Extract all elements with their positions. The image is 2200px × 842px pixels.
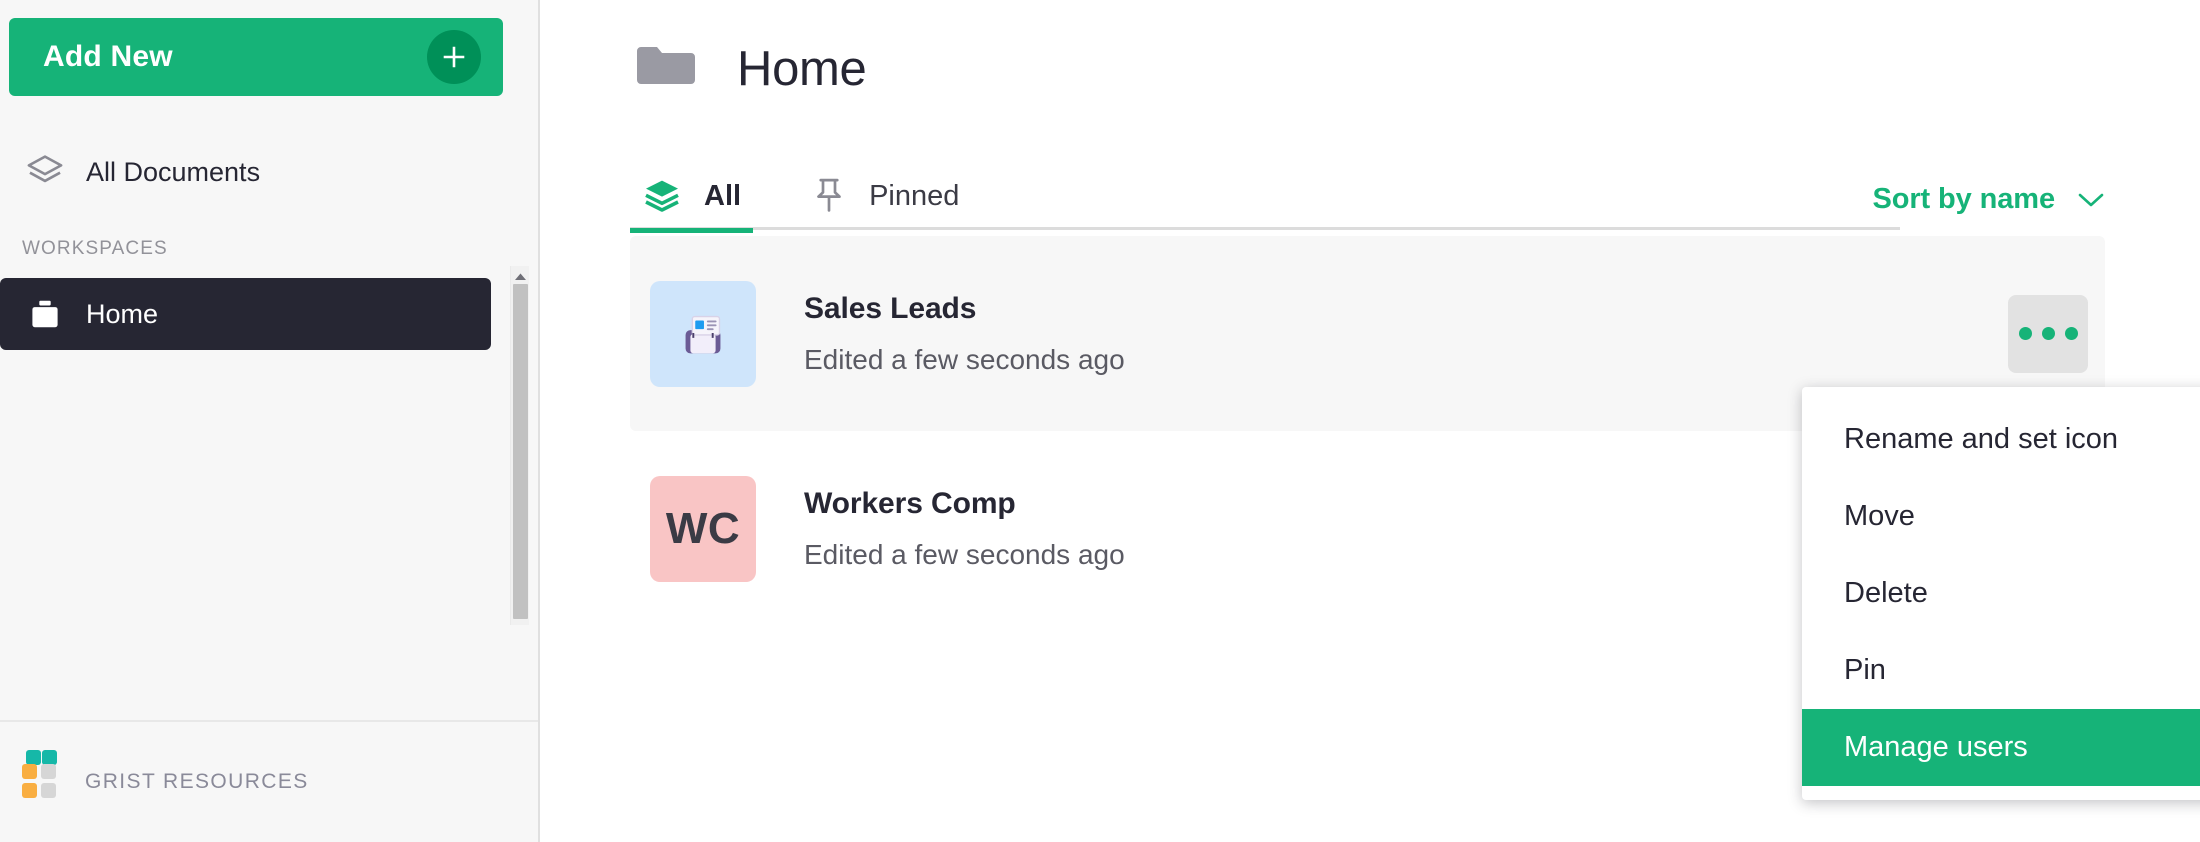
add-new-label: Add New [43, 40, 173, 73]
menu-item-label: Move [1844, 500, 1915, 532]
menu-item-label: Rename and set icon [1844, 423, 2119, 455]
menu-item-rename-and-set-icon[interactable]: Rename and set icon [1802, 401, 2200, 478]
document-icon: WC [650, 475, 756, 582]
tab-label: Pinned [869, 179, 960, 212]
sidebar-item-all-documents[interactable]: All Documents [0, 136, 491, 208]
grist-resources-link[interactable]: Grist Resources [22, 750, 309, 800]
menu-item-label: Delete [1844, 577, 1928, 609]
document-text: Workers Comp Edited a few seconds ago [804, 487, 1125, 571]
caret-up-icon[interactable] [511, 269, 530, 283]
document-text: Sales Leads Edited a few seconds ago [804, 292, 1125, 376]
menu-item-delete[interactable]: Delete [1802, 555, 2200, 632]
menu-item-pin[interactable]: Pin [1802, 632, 2200, 709]
sidebar-scroll-area: All Documents Workspaces Home [0, 96, 538, 720]
grist-resources-label: Grist Resources [85, 770, 309, 793]
menu-item-label: Manage users [1844, 731, 2028, 763]
tab-pinned[interactable]: Pinned [799, 162, 971, 230]
workspaces-heading: Workspaces [22, 238, 168, 259]
sidebar: Add New All Documents Workspaces [0, 0, 540, 842]
document-name: Sales Leads [804, 291, 977, 325]
folder-icon [635, 41, 697, 98]
grist-logo-icon [22, 750, 58, 800]
sidebar-item-home[interactable]: Home [0, 278, 491, 350]
sort-label: Sort by name [1872, 183, 2055, 215]
main-content: Home All Pinned Sort by name Sales Leads… [540, 0, 2200, 842]
sidebar-footer: Grist Resources [0, 720, 538, 842]
app-root: Add New All Documents Workspaces [0, 0, 2200, 842]
pin-icon [811, 176, 847, 216]
sidebar-item-label: Home [86, 298, 159, 329]
document-meta: Edited a few seconds ago [804, 343, 1125, 375]
sidebar-scrollbar-thumb[interactable] [513, 284, 528, 619]
document-meta: Edited a few seconds ago [804, 538, 1125, 570]
ellipsis-icon[interactable] [2008, 294, 2088, 373]
context-menu: Rename and set icon Move Delete Pin Mana… [1802, 387, 2200, 800]
tab-all[interactable]: All [630, 162, 754, 233]
chevron-down-icon [2077, 191, 2105, 209]
add-new-button[interactable]: Add New [9, 18, 503, 96]
tabs-row: All Pinned Sort by name [540, 160, 2200, 233]
menu-item-manage-users[interactable]: Manage users [1802, 709, 2200, 786]
document-initials: WC [665, 503, 741, 553]
page-header: Home [540, 0, 2200, 110]
document-icon [650, 280, 756, 387]
menu-item-move[interactable]: Move [1802, 478, 2200, 555]
plus-icon [427, 30, 481, 84]
layers-icon [22, 151, 68, 193]
document-name: Workers Comp [804, 486, 1016, 520]
briefcase-icon [22, 296, 68, 332]
page-title: Home [737, 42, 867, 96]
sort-by-name-dropdown[interactable]: Sort by name [1872, 183, 2105, 216]
add-new-container: Add New [0, 0, 538, 96]
layers-icon [642, 176, 682, 216]
tab-label: All [704, 179, 742, 212]
menu-item-label: Pin [1844, 654, 1886, 686]
sidebar-item-label: All Documents [86, 156, 261, 187]
sidebar-scrollbar[interactable] [510, 266, 529, 625]
